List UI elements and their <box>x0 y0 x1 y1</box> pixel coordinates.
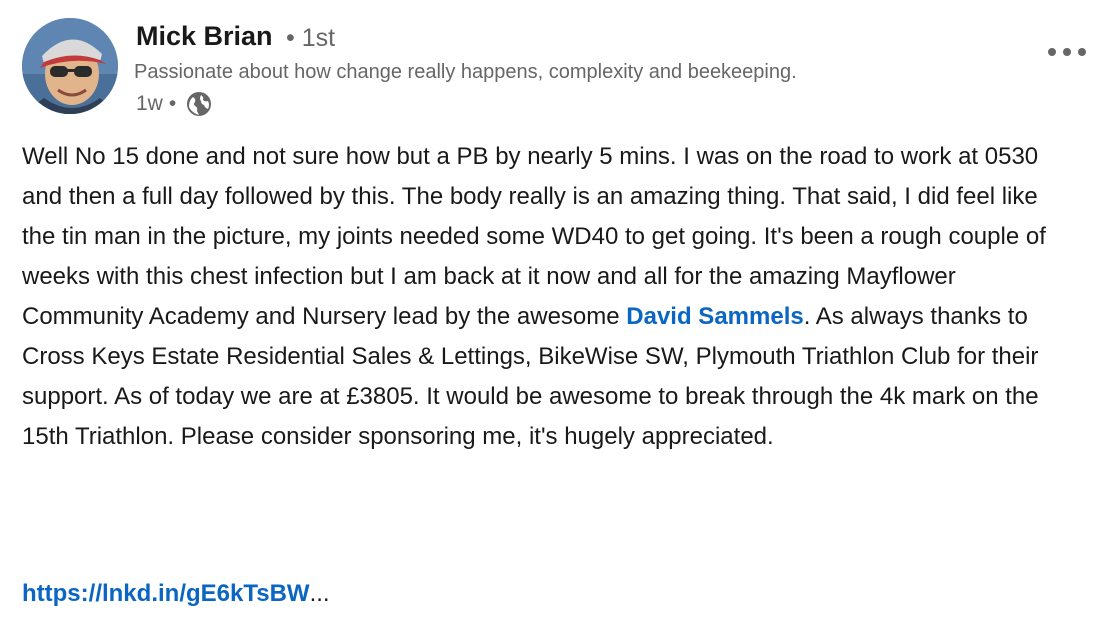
author-headline: Passionate about how change really happe… <box>134 61 797 83</box>
post-meta: 1w • <box>136 90 212 118</box>
feed-post: Mick Brian • 1st Passionate about how ch… <box>0 0 1094 626</box>
post-header: Mick Brian • 1st Passionate about how ch… <box>22 16 1086 126</box>
post-link-line: https://lnkd.in/gE6kTsBW... <box>22 574 330 614</box>
connection-degree: • 1st <box>286 24 336 52</box>
profile-photo-icon <box>22 18 118 114</box>
post-url-link[interactable]: https://lnkd.in/gE6kTsBW <box>22 580 310 607</box>
author-avatar[interactable] <box>22 18 118 114</box>
globe-icon <box>186 91 212 117</box>
author-name[interactable]: Mick Brian <box>136 21 273 52</box>
more-options-button[interactable] <box>1042 38 1092 66</box>
link-ellipsis: ... <box>309 580 330 607</box>
meta-separator: • <box>168 92 177 115</box>
post-time[interactable]: 1w <box>136 92 163 116</box>
more-horizontal-icon <box>1048 48 1086 56</box>
post-body: Well No 15 done and not sure how but a P… <box>22 137 1077 457</box>
mention-link[interactable]: David Sammels <box>626 303 803 330</box>
post-text-part-1: Well No 15 done and not sure how but a P… <box>22 143 1046 330</box>
